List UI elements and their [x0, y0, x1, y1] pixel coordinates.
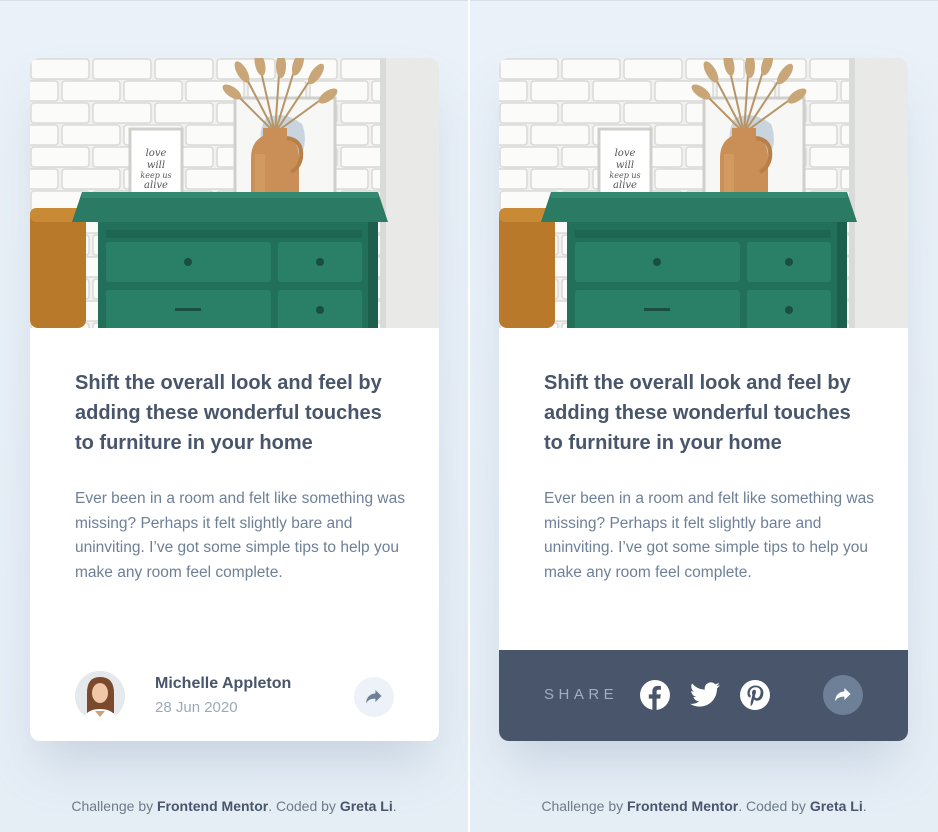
- article-image: love will keep us alive: [499, 58, 908, 328]
- panel-share-state: love will keep us alive Shift the overal…: [470, 0, 938, 832]
- footer-suffix: .: [862, 798, 867, 814]
- twitter-icon[interactable]: [690, 680, 720, 710]
- avatar: [75, 671, 125, 721]
- challenge-link[interactable]: Frontend Mentor: [627, 798, 738, 814]
- share-arrow-icon: [366, 690, 382, 704]
- footer-middle: . Coded by: [268, 798, 340, 814]
- attribution-footer: Challenge by Frontend Mentor. Coded by G…: [0, 798, 468, 814]
- attribution-footer: Challenge by Frontend Mentor. Coded by G…: [470, 798, 938, 814]
- facebook-icon[interactable]: [640, 680, 670, 710]
- svg-text:keep us: keep us: [140, 171, 171, 180]
- author-row: Michelle Appleton 28 Jun 2020: [30, 669, 439, 721]
- svg-text:will: will: [147, 160, 165, 171]
- svg-text:keep us: keep us: [609, 171, 640, 180]
- svg-text:alive: alive: [144, 180, 168, 191]
- article-title: Shift the overall look and feel by addin…: [544, 372, 851, 454]
- author-date: 28 Jun 2020: [155, 699, 238, 716]
- footer-prefix: Challenge by: [71, 798, 157, 814]
- article-title: Shift the overall look and feel by addin…: [75, 372, 382, 454]
- author-link[interactable]: Greta Li: [810, 798, 863, 814]
- article-card: love will keep us alive Shift the overal…: [499, 58, 908, 741]
- author-link[interactable]: Greta Li: [340, 798, 393, 814]
- share-button[interactable]: [354, 677, 394, 717]
- article-image: love will keep us alive: [30, 58, 439, 328]
- footer-middle: . Coded by: [738, 798, 810, 814]
- challenge-link[interactable]: Frontend Mentor: [157, 798, 268, 814]
- pinterest-icon[interactable]: [740, 680, 770, 710]
- footer-prefix: Challenge by: [541, 798, 627, 814]
- panel-default-state: love will keep us alive Shift the overal…: [0, 0, 468, 832]
- article-description: Ever been in a room and felt like someth…: [544, 490, 874, 581]
- svg-text:love: love: [146, 148, 167, 159]
- share-arrow-icon: [835, 688, 851, 702]
- share-label: SHARE: [544, 686, 619, 703]
- share-panel: SHARE: [499, 650, 908, 741]
- author-name: Michelle Appleton: [155, 675, 292, 692]
- svg-text:will: will: [616, 160, 634, 171]
- article-card: love will keep us alive Shift the overal…: [30, 58, 439, 741]
- svg-text:love: love: [615, 148, 636, 159]
- footer-suffix: .: [392, 798, 397, 814]
- share-button[interactable]: [823, 675, 863, 715]
- article-description: Ever been in a room and felt like someth…: [75, 490, 405, 581]
- svg-text:alive: alive: [613, 180, 637, 191]
